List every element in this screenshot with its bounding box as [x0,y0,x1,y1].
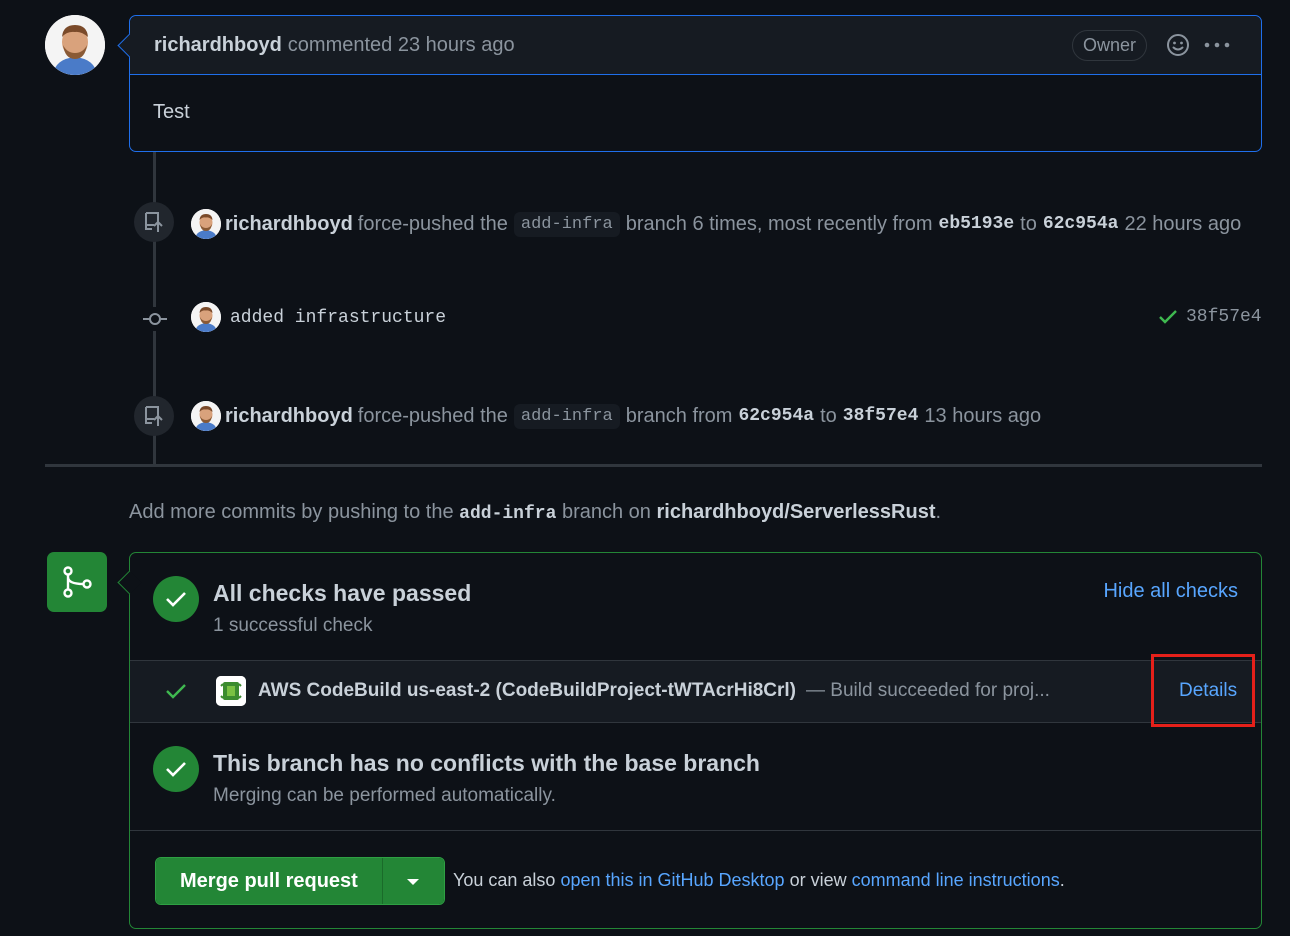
owner-badge: Owner [1071,30,1147,61]
aws-codebuild-icon [216,676,246,706]
merge-pull-request-button[interactable]: Merge pull request [156,858,383,904]
checks-passed-icon [153,576,199,622]
merge-footer: Merge pull request You can also open thi… [130,830,1261,928]
merge-footer-text: You can also open this in GitHub Desktop… [453,870,1065,891]
comment-author-avatar[interactable] [45,15,105,75]
check-details-link[interactable]: Details [1179,680,1237,702]
force-push-event: richardhboyd force-pushed the add-infra … [225,209,1241,239]
open-github-desktop-link[interactable]: open this in GitHub Desktop [560,870,784,890]
from-sha-link[interactable]: 62c954a [738,406,814,426]
git-merge-icon [47,552,107,612]
comment-header: richardhboyd commented 23 hours ago Owne… [130,16,1261,75]
commit-icon [141,307,169,331]
event-text: branch from [625,404,733,427]
hint-text: branch on [561,501,651,523]
commit-sha-link[interactable]: 38f57e4 [1186,307,1262,327]
event-text: force-pushed the [357,212,508,235]
event-text: to [1020,212,1037,235]
to-sha-link[interactable]: 38f57e4 [843,406,919,426]
event-author-link[interactable]: richardhboyd [225,213,353,236]
hint-repo: richardhboyd/ServerlessRust [656,501,936,523]
hint-text: . [935,501,942,523]
checks-subtitle: 1 successful check [213,615,373,636]
from-sha-link[interactable]: eb5193e [939,214,1015,234]
event-time[interactable]: 13 hours ago [924,405,1041,428]
no-conflicts-icon [153,746,199,792]
check-name: AWS CodeBuild us-east-2 (CodeBuildProjec… [258,680,797,701]
commit-message-link[interactable]: added infrastructure [230,308,446,328]
add-reaction-icon[interactable] [1165,32,1191,58]
event-author-avatar[interactable] [191,401,221,431]
event-author-link[interactable]: richardhboyd [225,405,353,428]
event-author-avatar[interactable] [191,209,221,239]
merge-button-group: Merge pull request [155,857,445,905]
hint-branch: add-infra [459,504,557,524]
footer-text: or view [789,870,847,890]
conflicts-subtitle: Merging can be performed automatically. [213,785,556,806]
conflicts-title: This branch has no conflicts with the ba… [213,750,760,776]
command-line-instructions-link[interactable]: command line instructions [852,870,1060,890]
merge-options-dropdown[interactable] [382,858,444,904]
force-push-icon [134,396,174,436]
check-success-icon [165,682,187,705]
pull-request-page: richardhboyd commented 23 hours ago Owne… [0,0,1290,936]
event-time[interactable]: 22 hours ago [1124,213,1241,236]
event-text: force-pushed the [357,404,508,427]
check-description: — Build succeeded for proj... [806,680,1050,701]
commit-sha-group: 38f57e4 [1158,307,1262,327]
branch-label[interactable]: add-infra [513,403,620,429]
comment-timestamp[interactable]: commented 23 hours ago [288,34,515,57]
checks-title: All checks have passed [213,580,472,606]
footer-text: You can also [453,870,556,890]
comment-author-link[interactable]: richardhboyd [154,34,282,57]
hide-all-checks-link[interactable]: Hide all checks [1103,580,1238,603]
caret-down-icon [406,874,420,889]
force-push-icon [134,202,174,242]
merge-box: All checks have passed 1 successful chec… [129,552,1262,929]
commit-author-avatar[interactable] [191,302,221,332]
check-icon[interactable] [1158,309,1178,325]
hint-text: Add more commits by pushing to the [129,501,454,523]
comment-card: richardhboyd commented 23 hours ago Owne… [129,15,1262,152]
force-push-event: richardhboyd force-pushed the add-infra … [225,401,1041,431]
comment-body: Test [153,101,190,123]
push-hint: Add more commits by pushing to the add-i… [129,501,941,524]
kebab-menu-icon[interactable] [1203,32,1231,58]
timeline-divider [45,464,1262,467]
footer-text: . [1059,870,1065,890]
event-text: branch 6 times, most recently from [625,212,933,235]
branch-label[interactable]: add-infra [513,211,620,237]
event-text: to [820,404,837,427]
status-check-row: AWS CodeBuild us-east-2 (CodeBuildProjec… [130,660,1261,723]
to-sha-link[interactable]: 62c954a [1043,214,1119,234]
